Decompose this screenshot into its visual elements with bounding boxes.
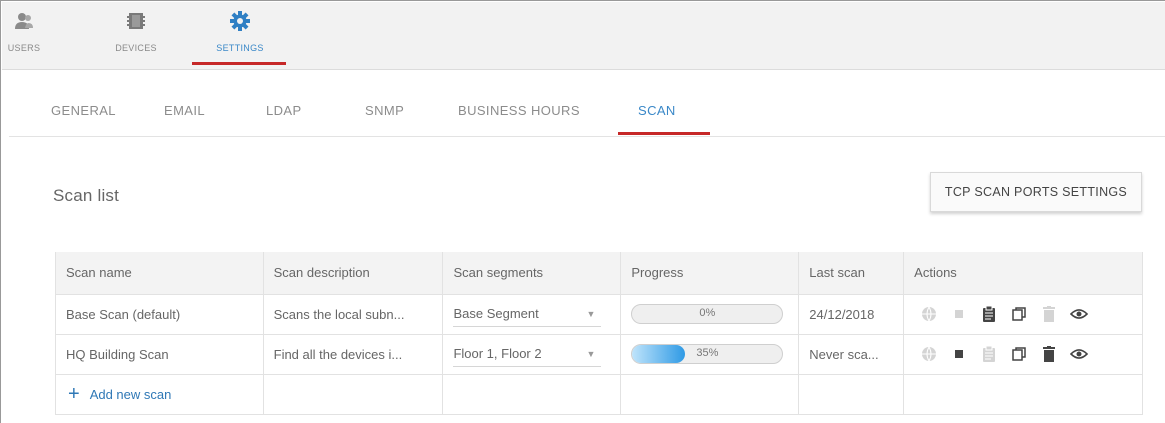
column-header: Last scan [798, 252, 905, 294]
table-header: Scan name Scan description Scan segments… [55, 252, 1143, 294]
top-nav: USERS DEVICES SETTINGS [2, 2, 1165, 70]
scan-name-cell: HQ Building Scan [55, 333, 264, 374]
actions-cell [903, 293, 1143, 334]
table-row[interactable]: HQ Building Scan Find all the devices i.… [55, 333, 1143, 374]
delete-icon[interactable] [1034, 342, 1064, 366]
copy-icon[interactable] [1004, 342, 1034, 366]
actions-cell [903, 333, 1143, 374]
scan-description: Find all the devices i... [273, 346, 403, 362]
add-scan-cell: + Add new scan [55, 373, 264, 415]
tcp-scan-ports-settings-button[interactable]: TCP SCAN PORTS SETTINGS [930, 172, 1142, 212]
column-header: Scan description [263, 252, 444, 294]
app-frame: USERS DEVICES SETTINGS GENERAL EMAIL LDA… [0, 0, 1165, 423]
last-scan-cell: Never sca... [798, 333, 905, 374]
scan-segments-cell: Base Segment ▼ [442, 293, 622, 334]
tab-ldap[interactable]: LDAP [266, 103, 302, 118]
globe-icon [914, 342, 944, 366]
devices-icon [126, 10, 146, 37]
last-scan: Never sca... [809, 346, 879, 362]
scan-description-cell: Scans the local subn... [263, 293, 444, 334]
delete-icon [1034, 302, 1064, 326]
plus-icon: + [68, 383, 80, 405]
progress-cell: 35% [620, 333, 800, 374]
column-header: Scan name [55, 252, 264, 294]
view-icon[interactable] [1064, 302, 1094, 326]
scan-panel: Scan list TCP SCAN PORTS SETTINGS Scan n… [9, 138, 1165, 423]
scan-name: Base Scan (default) [66, 306, 181, 322]
tab-snmp[interactable]: SNMP [365, 103, 404, 118]
stop-icon[interactable] [944, 342, 974, 366]
add-row: + Add new scan [55, 373, 1143, 415]
nav-settings[interactable]: SETTINGS [208, 10, 272, 66]
nav-settings-label: SETTINGS [216, 43, 264, 53]
table-row[interactable]: Base Scan (default) Scans the local subn… [55, 293, 1143, 334]
users-icon [13, 10, 35, 37]
caret-down-icon: ▼ [586, 308, 596, 319]
clipboard-icon[interactable] [974, 302, 1004, 326]
empty-cell [620, 373, 800, 415]
stop-icon [944, 302, 974, 326]
segment-select[interactable]: Base Segment ▼ [453, 301, 602, 327]
nav-active-indicator [192, 62, 286, 65]
scan-name: HQ Building Scan [66, 346, 169, 362]
progress-cell: 0% [620, 293, 800, 334]
nav-devices[interactable]: DEVICES [106, 10, 166, 66]
segment-select-value: Floor 1, Floor 2 [453, 346, 542, 361]
nav-users[interactable]: USERS [6, 10, 42, 66]
progress-label: 35% [696, 347, 719, 359]
row-actions [914, 302, 1141, 326]
tab-general[interactable]: GENERAL [51, 103, 116, 118]
column-header: Actions [903, 252, 1143, 294]
globe-icon [914, 302, 944, 326]
column-header: Progress [620, 252, 800, 294]
tab-email[interactable]: EMAIL [164, 103, 205, 118]
tab-active-indicator [618, 132, 710, 135]
nav-devices-label: DEVICES [115, 43, 157, 53]
settings-tabs: GENERAL EMAIL LDAP SNMP BUSINESS HOURS S… [9, 71, 1165, 137]
progress-bar: 0% [631, 304, 784, 324]
scan-segments-cell: Floor 1, Floor 2 ▼ [442, 333, 622, 374]
scan-description: Scans the local subn... [273, 306, 405, 322]
empty-cell [903, 373, 1143, 415]
column-header: Scan segments [442, 252, 622, 294]
last-scan: 24/12/2018 [809, 306, 875, 322]
add-new-scan-button[interactable]: + Add new scan [66, 383, 262, 405]
progress-label: 0% [699, 307, 716, 319]
empty-cell [263, 373, 444, 415]
empty-cell [442, 373, 622, 415]
last-scan-cell: 24/12/2018 [798, 293, 905, 334]
page-title: Scan list [53, 186, 120, 205]
scan-name-cell: Base Scan (default) [55, 293, 264, 334]
nav-users-label: USERS [7, 43, 41, 53]
scan-description-cell: Find all the devices i... [263, 333, 444, 374]
empty-cell [798, 373, 905, 415]
progress-bar: 35% [631, 344, 784, 364]
add-new-scan-label: Add new scan [89, 386, 172, 402]
scan-table: Scan name Scan description Scan segments… [55, 252, 1143, 415]
segment-select[interactable]: Floor 1, Floor 2 ▼ [453, 341, 602, 367]
caret-down-icon: ▼ [586, 348, 596, 359]
clipboard-icon [974, 342, 1004, 366]
segment-select-value: Base Segment [453, 306, 539, 321]
row-actions [914, 342, 1141, 366]
gear-icon [229, 10, 251, 37]
copy-icon[interactable] [1004, 302, 1034, 326]
tab-scan[interactable]: SCAN [638, 103, 676, 118]
tab-business-hours[interactable]: BUSINESS HOURS [458, 103, 580, 118]
view-icon[interactable] [1064, 342, 1094, 366]
